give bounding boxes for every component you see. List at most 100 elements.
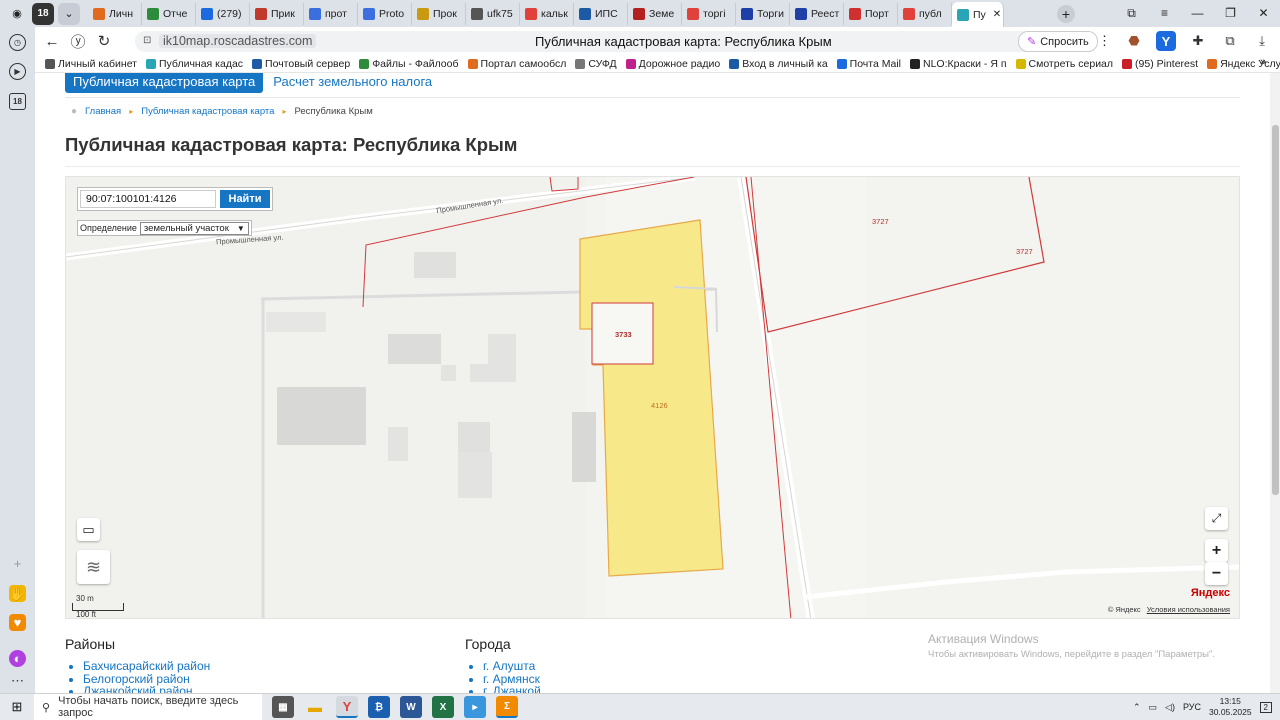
yandex-browser-icon[interactable]: Y bbox=[336, 696, 358, 718]
parcel-label[interactable]: 3727 bbox=[872, 217, 889, 226]
more-icon[interactable]: ⋯ bbox=[9, 672, 26, 689]
excel-icon[interactable]: X bbox=[432, 696, 454, 718]
yandex-menu-icon[interactable]: ◉ bbox=[6, 3, 28, 25]
bookmark-item[interactable]: СУФД bbox=[575, 58, 617, 70]
browser-tab[interactable]: торгі bbox=[682, 2, 736, 25]
heart-app-icon[interactable]: ♥ bbox=[9, 614, 26, 631]
close-tab-icon[interactable]: ✕ bbox=[993, 9, 1001, 20]
bookmark-item[interactable]: Вход в личный ка bbox=[729, 58, 828, 70]
page-scrollbar[interactable] bbox=[1270, 73, 1280, 693]
add-panel-icon[interactable]: + bbox=[9, 555, 26, 572]
zoom-in-button[interactable]: + bbox=[1205, 539, 1228, 562]
browser-tab[interactable]: Реест bbox=[790, 2, 844, 25]
close-window-button[interactable]: ✕ bbox=[1247, 6, 1280, 21]
definition-select[interactable]: земельный участок ▼ bbox=[139, 221, 249, 235]
bookmark-item[interactable]: Почтовый сервер bbox=[252, 58, 350, 70]
scrollbar-thumb[interactable] bbox=[1272, 125, 1279, 495]
url-text[interactable]: ik10map.roscadastres.com bbox=[159, 34, 317, 48]
network-icon[interactable]: ▭ bbox=[1149, 702, 1158, 713]
parcel-label[interactable]: 3733 bbox=[615, 330, 632, 339]
cadastral-number-input[interactable] bbox=[80, 190, 216, 208]
tray-chevron-icon[interactable]: ⌃ bbox=[1133, 702, 1141, 713]
history-icon[interactable]: ◷ bbox=[9, 34, 26, 51]
bookmark-item[interactable]: Смотреть сериал bbox=[1015, 58, 1113, 70]
bookmark-item[interactable]: Почта Mail bbox=[836, 58, 901, 70]
yandex-logo-icon[interactable]: ⓨ bbox=[65, 31, 91, 52]
sum-app-icon[interactable]: Σ bbox=[496, 696, 518, 718]
word-icon[interactable]: W bbox=[400, 696, 422, 718]
cadastral-map[interactable]: Промышленная ул. Промышленная ул. 3727 3… bbox=[65, 176, 1240, 619]
app-icon[interactable]: ▸ bbox=[464, 696, 486, 718]
browser-tab[interactable]: Личн bbox=[88, 2, 142, 25]
calculator-icon[interactable]: ▦ bbox=[272, 696, 294, 718]
bookmark-item[interactable]: Публичная кадас bbox=[146, 58, 243, 70]
alice-icon[interactable]: ◐ bbox=[9, 650, 26, 667]
bookmark-item[interactable]: Яндекс Услуг bbox=[1207, 58, 1280, 70]
bookmark-item[interactable]: Дорожное радио bbox=[625, 58, 720, 70]
terms-link[interactable]: Условия использования bbox=[1147, 605, 1230, 614]
bookmark-item[interactable]: Портал самообсл bbox=[467, 58, 566, 70]
browser-tab[interactable]: Прик bbox=[250, 2, 304, 25]
parcel-label[interactable]: 3727 bbox=[1016, 247, 1033, 256]
browser-menu-icon[interactable]: ≡ bbox=[1148, 6, 1181, 21]
bookmarks-overflow-icon[interactable]: » bbox=[1260, 56, 1266, 68]
hand-app-icon[interactable]: ✋ bbox=[9, 585, 26, 602]
breadcrumb-map[interactable]: Публичная кадастровая карта bbox=[141, 106, 274, 117]
tab-count-badge[interactable]: 18 bbox=[32, 2, 54, 25]
more-options-icon[interactable]: ⋮ bbox=[1098, 33, 1111, 49]
ruler-tool-button[interactable]: ▭ bbox=[77, 518, 100, 541]
city-link[interactable]: г. Алушта bbox=[483, 660, 541, 673]
browser-tab[interactable]: Порт bbox=[844, 2, 898, 25]
new-tab-button[interactable]: + bbox=[1057, 4, 1075, 23]
browser-tab[interactable]: публ bbox=[898, 2, 952, 25]
downloads-icon[interactable]: ⤓ bbox=[1252, 31, 1272, 51]
browser-tab[interactable]: Торги bbox=[736, 2, 790, 25]
bookmark-item[interactable]: Файлы - Файлооб bbox=[359, 58, 459, 70]
browser-tab[interactable]: (279) bbox=[196, 2, 250, 25]
maximize-button[interactable]: ❐ bbox=[1214, 6, 1247, 21]
browser-tab[interactable]: Прок bbox=[412, 2, 466, 25]
browser-tab[interactable]: Отче bbox=[142, 2, 196, 25]
back-icon[interactable]: ← bbox=[39, 33, 65, 50]
parcel-label[interactable]: 4126 bbox=[651, 401, 668, 410]
collections-icon[interactable]: ⧉ bbox=[1220, 31, 1240, 51]
yandex-y-icon[interactable]: Y bbox=[1156, 31, 1176, 51]
language-indicator[interactable]: РУС bbox=[1183, 702, 1201, 712]
yandex-map-logo[interactable]: Яндекс bbox=[1191, 587, 1230, 599]
browser-tab[interactable]: кальк bbox=[520, 2, 574, 25]
fullscreen-button[interactable]: ⤢ bbox=[1205, 507, 1228, 530]
reload-icon[interactable]: ↻ bbox=[91, 32, 117, 50]
url-field[interactable]: ⊡ ik10map.roscadastres.com Публичная кад… bbox=[135, 31, 1055, 52]
browser-tab[interactable]: Пу ✕ bbox=[952, 2, 1004, 27]
tab-list-chevron-icon[interactable]: ⌄ bbox=[58, 2, 80, 25]
minimize-button[interactable]: — bbox=[1181, 6, 1214, 21]
find-button[interactable]: Найти bbox=[220, 190, 270, 208]
extension-icon[interactable]: ⬣ bbox=[1124, 31, 1144, 51]
breadcrumb-home[interactable]: Главная bbox=[85, 106, 121, 117]
layers-button[interactable]: ≋ bbox=[77, 550, 110, 584]
browser-tab[interactable]: Земе bbox=[628, 2, 682, 25]
browser-tab[interactable]: ufk75 bbox=[466, 2, 520, 25]
badge-18-icon[interactable]: 18 bbox=[9, 93, 26, 110]
bookmark-item[interactable]: (95) Pinterest bbox=[1122, 58, 1198, 70]
browser-tab[interactable]: ИПС bbox=[574, 2, 628, 25]
taskbar-search[interactable]: ⚲ Чтобы начать поиск, введите здесь запр… bbox=[34, 693, 262, 720]
bookmark-item[interactable]: Личный кабинет bbox=[45, 58, 137, 70]
notifications-icon[interactable]: 2 bbox=[1259, 701, 1272, 713]
clock[interactable]: 13:15 30.05.2025 bbox=[1209, 696, 1252, 718]
city-link[interactable]: г. Джанкой bbox=[483, 685, 541, 693]
tax-app-icon[interactable]: ₿ bbox=[368, 696, 390, 718]
tabs-overview-icon[interactable]: ⧉ bbox=[1115, 6, 1148, 21]
nav-land-tax[interactable]: Расчет земельного налога bbox=[273, 74, 432, 89]
file-explorer-icon[interactable]: ▬ bbox=[304, 696, 326, 718]
windows-start-icon[interactable]: ⊞ bbox=[0, 699, 34, 715]
zoom-out-button[interactable]: − bbox=[1205, 562, 1228, 585]
browser-tab[interactable]: Proto bbox=[358, 2, 412, 25]
play-icon[interactable]: ▶ bbox=[9, 63, 26, 80]
volume-icon[interactable]: ◁) bbox=[1165, 702, 1175, 713]
district-link[interactable]: Джанкойский район bbox=[83, 685, 210, 693]
district-link[interactable]: Бахчисарайский район bbox=[83, 660, 210, 673]
site-info-icon[interactable]: ⊡ bbox=[143, 35, 153, 47]
browser-tab[interactable]: прот bbox=[304, 2, 358, 25]
extensions-puzzle-icon[interactable]: ✚ bbox=[1188, 31, 1208, 51]
